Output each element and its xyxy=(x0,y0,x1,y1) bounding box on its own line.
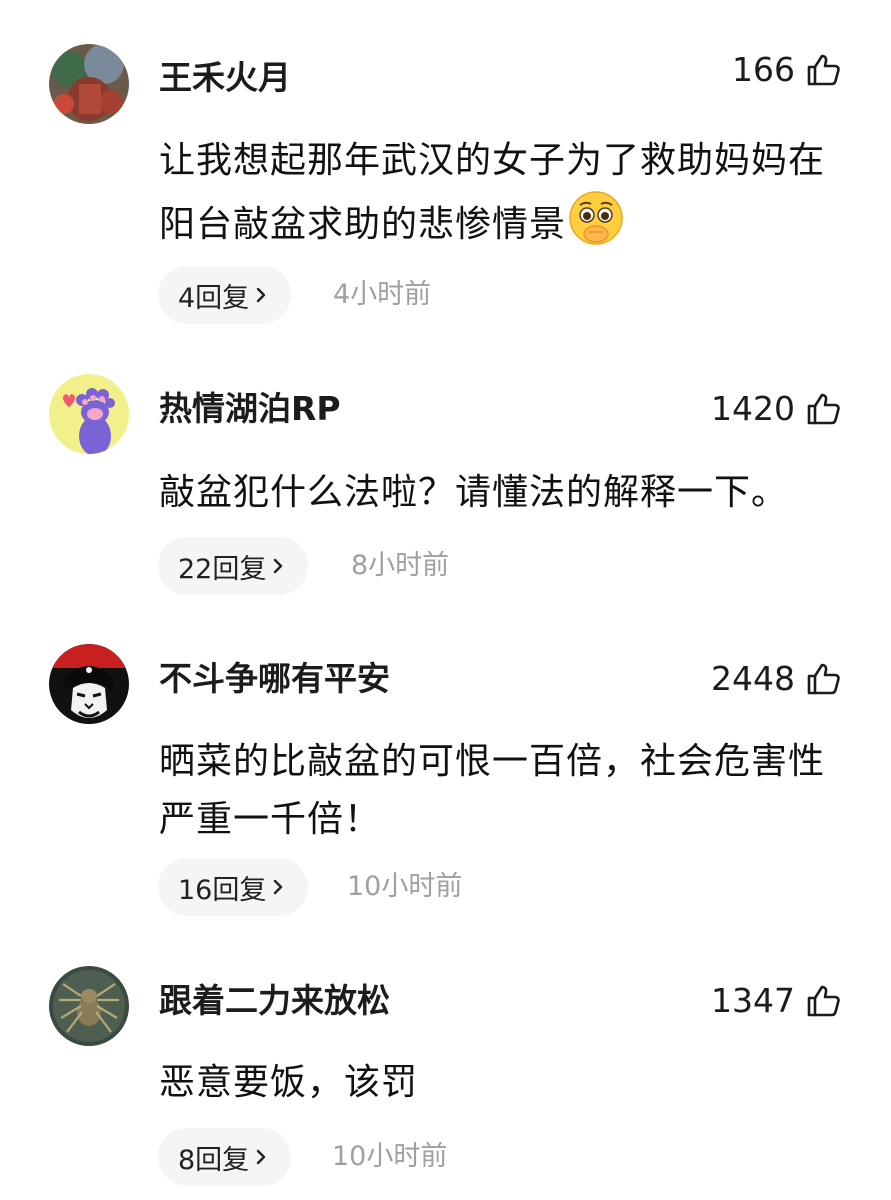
username[interactable]: 跟着二力来放松 xyxy=(159,981,390,1021)
reply-count-label: 16回复 xyxy=(178,874,267,906)
comment-text-content: 让我想起那年武汉的女子为了救助妈妈在阳台敲盆求助的悲惨情景 xyxy=(159,140,826,245)
comment-text: 敲盆犯什么法啦？请懂法的解释一下。 xyxy=(159,472,789,513)
thumbs-up-icon[interactable] xyxy=(805,52,841,88)
comment-text: 恶意要饭，该罚 xyxy=(159,1062,419,1103)
chevron-right-icon xyxy=(253,285,269,305)
like-count: 1420 xyxy=(711,389,795,428)
timestamp: 10小时前 xyxy=(347,871,463,902)
pleading-face-emoji xyxy=(568,190,624,246)
reply-count-label: 4回复 xyxy=(178,282,250,314)
avatar[interactable] xyxy=(49,966,129,1046)
reply-count-button[interactable]: 8回复 xyxy=(158,1128,292,1186)
like-group[interactable]: 166 xyxy=(732,50,841,90)
username[interactable]: 热情湖泊RP xyxy=(159,389,341,429)
like-group[interactable]: 1420 xyxy=(711,389,841,429)
timestamp: 4小时前 xyxy=(333,279,432,310)
reply-count-label: 8回复 xyxy=(178,1144,250,1176)
comment-text: 晒菜的比敲盆的可恨一百倍，社会危害性严重一千倍！ xyxy=(159,741,826,840)
like-count: 2448 xyxy=(711,659,795,698)
timestamp: 8小时前 xyxy=(351,550,450,581)
reply-count-button[interactable]: 16回复 xyxy=(158,858,309,916)
reply-count-button[interactable]: 4回复 xyxy=(158,266,292,324)
thumbs-up-icon[interactable] xyxy=(805,983,841,1019)
reply-count-button[interactable]: 22回复 xyxy=(158,537,309,595)
like-count: 166 xyxy=(732,50,795,89)
avatar[interactable] xyxy=(49,374,129,454)
comment-text: 让我想起那年武汉的女子为了救助妈妈在阳台敲盆求助的悲惨情景 xyxy=(159,132,849,254)
thumbs-up-icon[interactable] xyxy=(805,391,841,427)
reply-count-label: 22回复 xyxy=(178,553,267,585)
like-group[interactable]: 2448 xyxy=(711,659,841,699)
thumbs-up-icon[interactable] xyxy=(805,661,841,697)
like-count: 1347 xyxy=(711,981,795,1020)
chevron-right-icon xyxy=(270,877,286,897)
like-group[interactable]: 1347 xyxy=(711,981,841,1021)
chevron-right-icon xyxy=(253,1147,269,1167)
username[interactable]: 王禾火月 xyxy=(159,58,291,98)
avatar[interactable] xyxy=(49,44,129,124)
timestamp: 10小时前 xyxy=(332,1141,448,1172)
username[interactable]: 不斗争哪有平安 xyxy=(159,659,390,699)
chevron-right-icon xyxy=(270,556,286,576)
avatar[interactable] xyxy=(49,644,129,724)
